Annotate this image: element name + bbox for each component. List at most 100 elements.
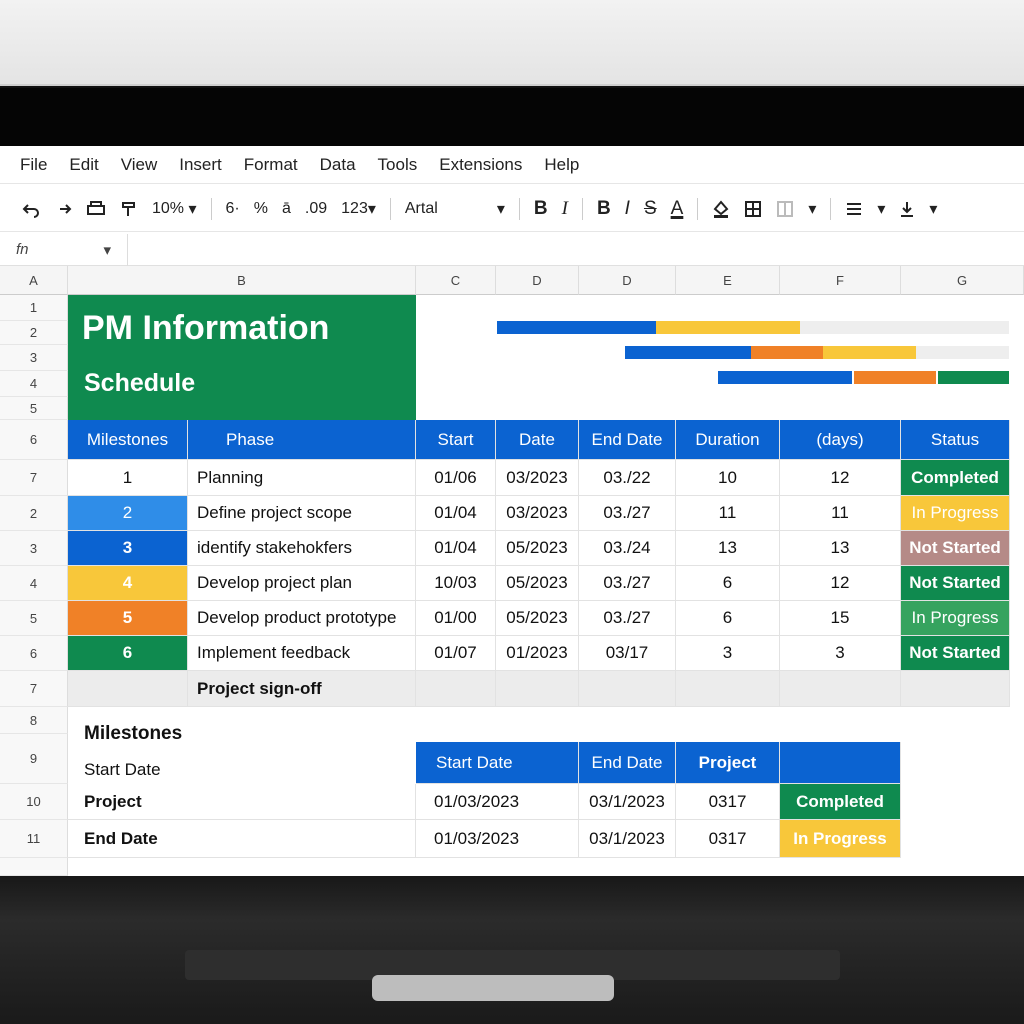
status-badge[interactable]: Not Started	[901, 566, 1010, 601]
status-badge[interactable]: In Progress	[780, 820, 901, 858]
summary-project-cell[interactable]: 0317	[676, 784, 780, 820]
start-cell[interactable]: 10/03	[416, 566, 496, 601]
days-cell[interactable]	[780, 671, 901, 707]
milestone-number[interactable]	[68, 671, 188, 707]
row-header[interactable]: 6	[0, 420, 68, 460]
start-cell[interactable]	[416, 671, 496, 707]
duration-cell[interactable]: 10	[676, 460, 780, 496]
start-cell[interactable]: 01/04	[416, 496, 496, 531]
row-header[interactable]: 2	[0, 496, 68, 531]
name-box[interactable]: fn ▾	[0, 233, 128, 266]
status-badge[interactable]: Completed	[780, 784, 901, 820]
phase-cell[interactable]: Develop product prototype	[188, 601, 416, 636]
column-header[interactable]: C	[416, 266, 496, 295]
print-icon[interactable]	[86, 194, 106, 224]
days-cell[interactable]: 3	[780, 636, 901, 671]
milestone-number[interactable]: 4	[68, 566, 188, 601]
days-cell[interactable]: 13	[780, 531, 901, 566]
redo-icon[interactable]	[54, 194, 72, 224]
duration-cell[interactable]: 6	[676, 566, 780, 601]
chevron-down-icon[interactable]: ▾	[877, 194, 885, 224]
milestone-number[interactable]: 1	[68, 460, 188, 496]
phase-cell[interactable]: Develop project plan	[188, 566, 416, 601]
percent-button[interactable]: %	[254, 194, 268, 224]
date-cell[interactable]: 03/2023	[496, 496, 579, 531]
menu-view[interactable]: View	[121, 155, 158, 175]
row-header[interactable]: 3	[0, 345, 68, 371]
chevron-down-icon[interactable]: ▾	[929, 194, 937, 224]
end-date-cell[interactable]: 03/17	[579, 636, 676, 671]
column-header[interactable]: B	[68, 266, 416, 295]
date-cell[interactable]: 03/2023	[496, 460, 579, 496]
text-color-button[interactable]: A	[671, 194, 684, 224]
row-header[interactable]: 9	[0, 734, 68, 784]
row-header[interactable]: 7	[0, 460, 68, 496]
borders-icon[interactable]	[744, 194, 762, 224]
date-cell[interactable]: 05/2023	[496, 566, 579, 601]
phase-cell[interactable]: identify stakehokfers	[188, 531, 416, 566]
status-badge[interactable]: In Progress	[901, 496, 1010, 531]
menu-file[interactable]: File	[20, 155, 47, 175]
start-cell[interactable]: 01/00	[416, 601, 496, 636]
column-header[interactable]: D	[496, 266, 579, 295]
phase-cell[interactable]: Planning	[188, 460, 416, 496]
menu-format[interactable]: Format	[244, 155, 298, 175]
row-header[interactable]: 5	[0, 601, 68, 636]
currency-button[interactable]: ā	[282, 194, 291, 224]
date-cell[interactable]	[496, 671, 579, 707]
paint-format-icon[interactable]	[120, 194, 138, 224]
signoff-cell[interactable]: Project sign-off	[188, 671, 416, 707]
summary-row-label[interactable]: End Date	[68, 820, 416, 858]
status-badge[interactable]: Not Started	[901, 531, 1010, 566]
menu-data[interactable]: Data	[320, 155, 356, 175]
row-header[interactable]: 4	[0, 566, 68, 601]
status-badge[interactable]: In Progress	[901, 601, 1010, 636]
phase-cell[interactable]: Implement feedback	[188, 636, 416, 671]
date-cell[interactable]: 05/2023	[496, 601, 579, 636]
zoom-select[interactable]: 10% ▾	[152, 194, 197, 224]
row-header[interactable]: 5	[0, 397, 68, 420]
phase-cell[interactable]: Define project scope	[188, 496, 416, 531]
start-cell[interactable]: 01/04	[416, 531, 496, 566]
row-header[interactable]: 1	[0, 295, 68, 321]
summary-end-cell[interactable]: 03/1/2023	[579, 784, 676, 820]
end-date-cell[interactable]: 03./27	[579, 496, 676, 531]
row-header[interactable]: 7	[0, 671, 68, 707]
end-date-cell[interactable]: 03./27	[579, 601, 676, 636]
menu-edit[interactable]: Edit	[69, 155, 98, 175]
column-header[interactable]: G	[901, 266, 1024, 295]
end-date-cell[interactable]	[579, 671, 676, 707]
italic-button-2[interactable]: I	[625, 194, 630, 224]
duration-cell[interactable]: 11	[676, 496, 780, 531]
bold-button[interactable]: B	[534, 194, 548, 224]
summary-start-cell[interactable]: 01/03/2023	[416, 784, 579, 820]
menu-tools[interactable]: Tools	[378, 155, 418, 175]
menu-insert[interactable]: Insert	[179, 155, 222, 175]
summary-project-cell[interactable]: 0317	[676, 820, 780, 858]
days-cell[interactable]: 11	[780, 496, 901, 531]
date-cell[interactable]: 01/2023	[496, 636, 579, 671]
column-header[interactable]: E	[676, 266, 780, 295]
summary-row-label[interactable]: Project	[68, 784, 416, 820]
menu-help[interactable]: Help	[544, 155, 579, 175]
column-header[interactable]: D	[579, 266, 676, 295]
menu-extensions[interactable]: Extensions	[439, 155, 522, 175]
column-header[interactable]: F	[780, 266, 901, 295]
days-cell[interactable]: 15	[780, 601, 901, 636]
status-badge[interactable]: Not Started	[901, 636, 1010, 671]
end-date-cell[interactable]: 03./27	[579, 566, 676, 601]
decrease-decimal-button[interactable]: 6·	[226, 194, 240, 224]
milestone-number[interactable]: 2	[68, 496, 188, 531]
bold-button-2[interactable]: B	[597, 194, 611, 224]
summary-end-cell[interactable]: 03/1/2023	[579, 820, 676, 858]
duration-cell[interactable]: 6	[676, 601, 780, 636]
row-header[interactable]: 6	[0, 636, 68, 671]
font-select[interactable]: Artal ▾	[405, 194, 505, 224]
italic-button[interactable]: I	[562, 194, 568, 224]
end-date-cell[interactable]: 03./22	[579, 460, 676, 496]
undo-icon[interactable]	[22, 194, 40, 224]
strikethrough-button[interactable]: S	[644, 194, 657, 224]
status-badge[interactable]	[901, 671, 1010, 707]
days-cell[interactable]: 12	[780, 566, 901, 601]
vertical-align-icon[interactable]	[899, 194, 915, 224]
